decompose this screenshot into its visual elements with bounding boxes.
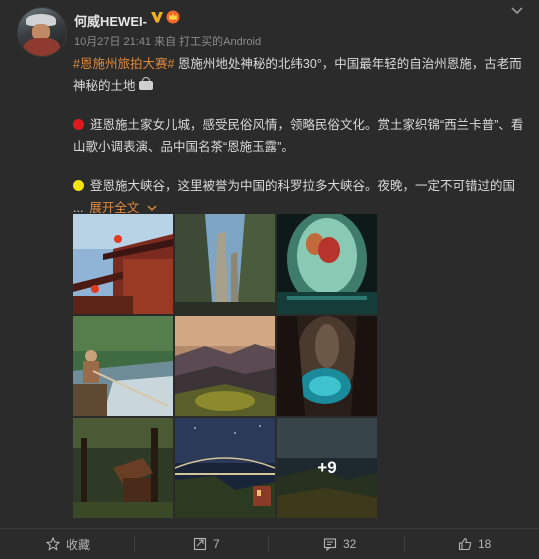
photo-thumbnail-canyon-cliffs[interactable] [175, 214, 275, 314]
photo-thumbnail-forest-house[interactable] [73, 418, 173, 518]
username[interactable]: 何威HEWEI- [74, 11, 147, 30]
post-meta: 10月27日 21:41 来自 打工买的Android [74, 36, 262, 48]
photo-thumbnail-mountains-sunset[interactable] [175, 316, 275, 416]
divider [134, 537, 135, 551]
like-button[interactable]: 18 [458, 529, 491, 559]
post-paragraph-1: 逛恩施土家女儿城，感受民俗风情，领略民俗文化。赏土家织锦“西兰卡普”、看山歌小调… [73, 118, 524, 154]
comment-count: 32 [343, 537, 357, 551]
ellipsis: ... [73, 201, 84, 215]
avatar[interactable] [18, 8, 66, 56]
chevron-down-icon [147, 205, 157, 212]
comment-button[interactable]: 32 [323, 529, 356, 559]
verified-v-icon [151, 12, 163, 23]
divider [268, 537, 269, 551]
crown-badge-icon [166, 10, 180, 24]
post-paragraph-2: 登恩施大峡谷，这里被誉为中国的科罗拉多大峡谷。夜晚，一定不可错过的国 [90, 179, 516, 193]
lock-icon [138, 77, 153, 90]
more-photos-count: +9 [277, 418, 377, 518]
red-circle-icon [73, 119, 84, 130]
weibo-post-card: 何威HEWEI- 10月27日 21:41 来自 打工买的Android #恩施… [0, 0, 539, 559]
comment-icon [323, 538, 337, 551]
photo-thumbnail-more[interactable]: +9 [277, 418, 377, 518]
star-icon [46, 537, 60, 551]
chevron-down-icon[interactable] [510, 6, 524, 16]
favorite-label: 收藏 [66, 537, 91, 552]
expand-full-text-link[interactable]: 展开全文 [89, 201, 157, 215]
photo-thumbnail-raft[interactable] [73, 316, 173, 416]
repost-icon [193, 537, 207, 551]
like-count: 18 [478, 537, 492, 551]
photo-thumbnail-cave-lake[interactable] [277, 316, 377, 416]
divider [404, 537, 405, 551]
photo-thumbnail-night-bridge[interactable] [175, 418, 275, 518]
hashtag-link[interactable]: #恩施州旅拍大赛# [73, 57, 174, 71]
favorite-button[interactable]: 收藏 [46, 529, 90, 559]
repost-button[interactable]: 7 [193, 529, 220, 559]
action-bar: 收藏 7 32 18 [0, 528, 539, 559]
photo-thumbnail-balloons[interactable] [277, 214, 377, 314]
post-text: #恩施州旅拍大赛# 恩施州地处神秘的北纬30°，中国最年轻的自治州恩施，古老而神… [73, 53, 525, 219]
thumbs-up-icon [458, 537, 472, 551]
repost-count: 7 [213, 537, 220, 551]
photo-thumbnail-pavilion[interactable] [73, 214, 173, 314]
yellow-circle-icon [73, 180, 84, 191]
